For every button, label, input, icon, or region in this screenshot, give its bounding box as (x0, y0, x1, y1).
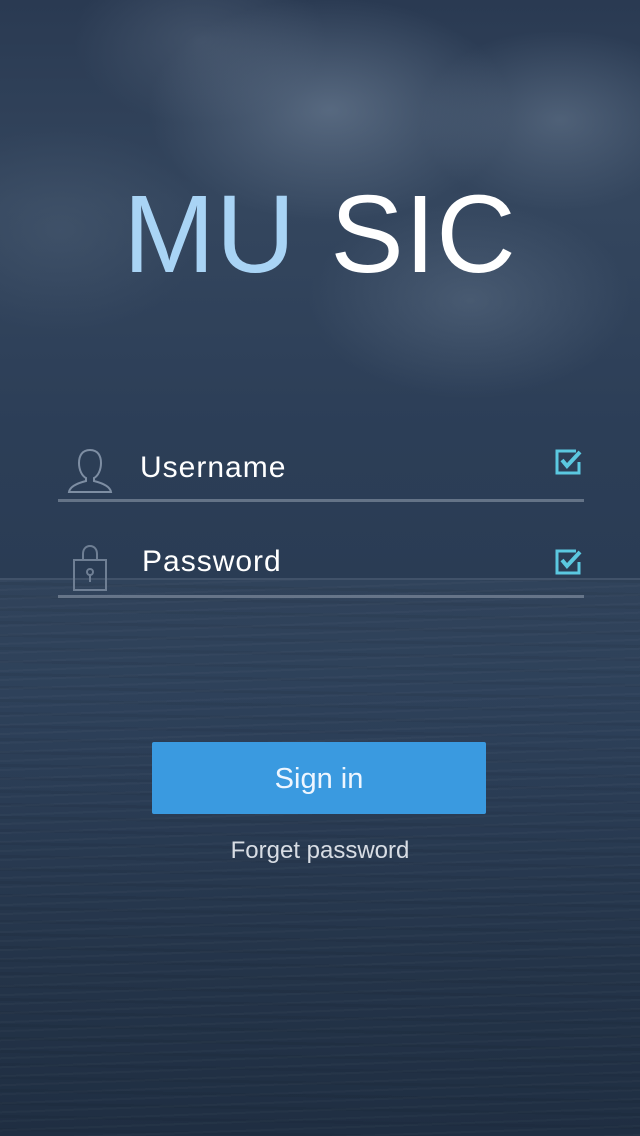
checkbox-checked-icon[interactable] (554, 548, 582, 576)
app-logo: MU SIC (0, 172, 640, 298)
password-underline (58, 595, 584, 598)
lock-icon (73, 544, 107, 591)
forgot-password-link[interactable]: Forget password (0, 836, 640, 866)
sign-in-button[interactable]: Sign in (152, 742, 486, 814)
login-screen: MU SIC Username Password Sign in Forget p… (0, 0, 640, 1136)
logo-text-mu: MU (123, 173, 297, 296)
password-input[interactable]: Password (142, 544, 282, 580)
logo-text-sic: SIC (330, 173, 517, 296)
username-underline (58, 499, 584, 502)
password-field[interactable]: Password (58, 528, 584, 598)
username-field[interactable]: Username (58, 432, 584, 502)
username-input[interactable]: Username (140, 450, 286, 486)
checkbox-checked-icon[interactable] (554, 448, 582, 476)
user-icon (67, 448, 113, 493)
